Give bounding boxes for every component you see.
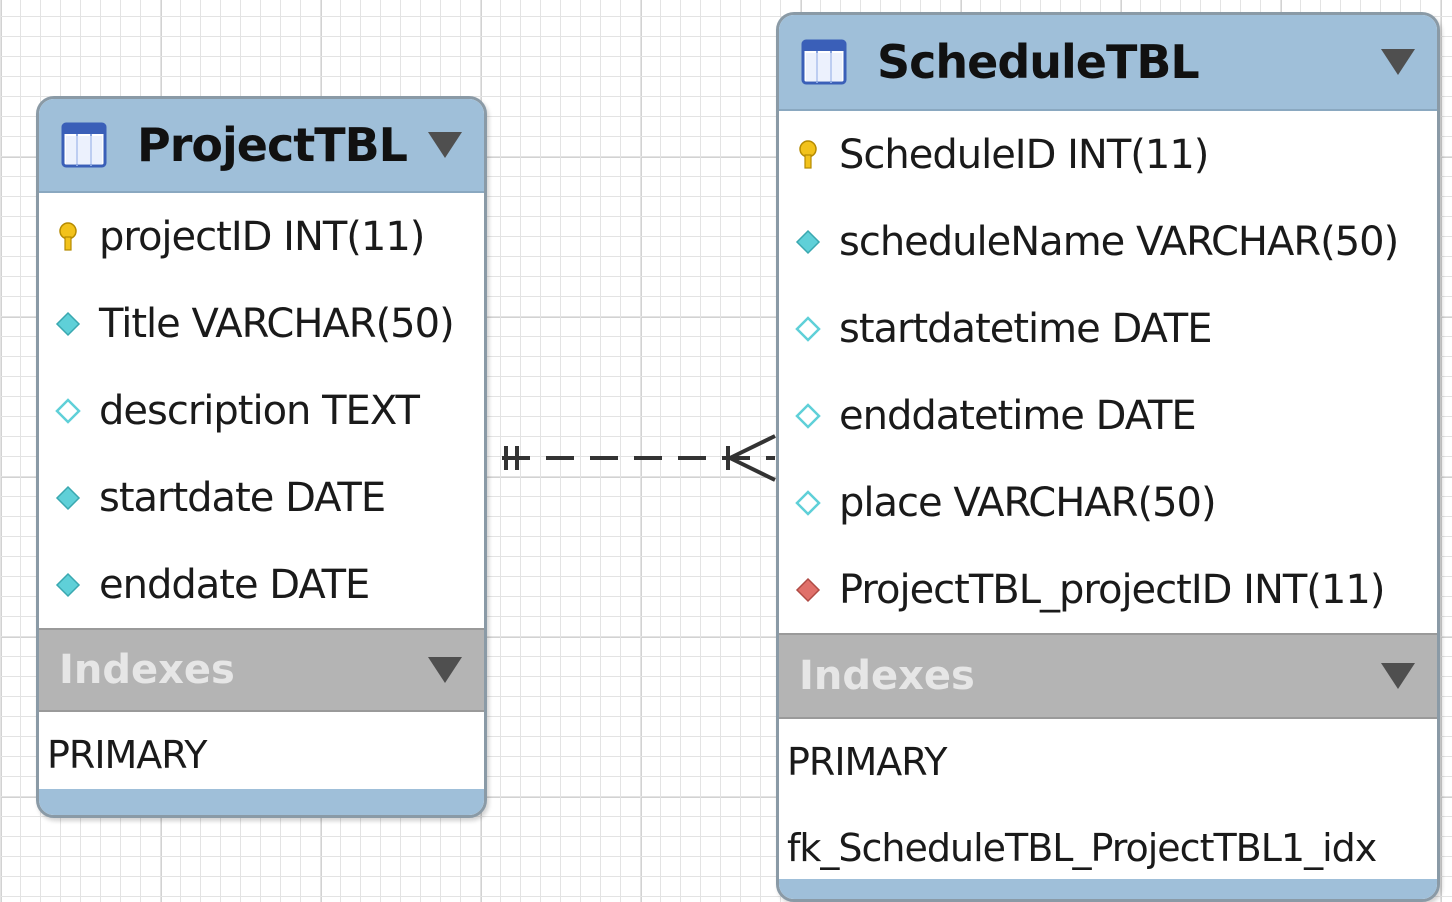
primary-key-icon [55, 221, 81, 251]
column-list: ScheduleID INT(11) scheduleName VARCHAR(5… [779, 111, 1437, 633]
column-row[interactable]: place VARCHAR(50) [779, 459, 1437, 546]
crows-foot-mark [729, 456, 776, 482]
column-row[interactable]: ProjectTBL_projectID INT(11) [779, 546, 1437, 633]
indexes-section-header[interactable]: Indexes [779, 633, 1437, 719]
crows-foot-mark [729, 434, 776, 460]
table-footer [779, 879, 1437, 899]
column-definition: startdatetime DATE [839, 305, 1213, 352]
nullable-column-icon [795, 489, 821, 516]
column-list: projectID INT(11) Title VARCHAR(50) descri… [39, 193, 484, 628]
column-definition: description TEXT [99, 387, 420, 434]
column-row[interactable]: projectID INT(11) [39, 193, 484, 280]
collapse-arrow-icon[interactable] [428, 657, 462, 683]
column-row[interactable]: enddate DATE [39, 541, 484, 628]
column-definition: ProjectTBL_projectID INT(11) [839, 566, 1385, 613]
nullable-column-icon [795, 402, 821, 429]
column-row[interactable]: enddatetime DATE [779, 372, 1437, 459]
primary-key-icon [795, 139, 821, 169]
not-null-column-icon [55, 485, 81, 511]
index-row[interactable]: PRIMARY [39, 712, 484, 798]
not-null-column-icon [795, 229, 821, 255]
table-name: ProjectTBL [137, 118, 408, 172]
relationship-line[interactable] [490, 420, 790, 500]
table-icon [801, 39, 847, 85]
column-row[interactable]: startdatetime DATE [779, 285, 1437, 372]
indexes-label: Indexes [799, 653, 975, 699]
index-list: PRIMARY fk_ScheduleTBL_ProjectTBL1_idx [779, 719, 1437, 891]
index-name: PRIMARY [47, 733, 207, 777]
column-row[interactable]: scheduleName VARCHAR(50) [779, 198, 1437, 285]
index-row[interactable]: PRIMARY [779, 719, 1437, 805]
project-table[interactable]: ProjectTBL projectID INT(11) Title VARCHA… [36, 96, 487, 818]
column-definition: place VARCHAR(50) [839, 479, 1217, 526]
column-definition: enddatetime DATE [839, 392, 1197, 439]
index-name: PRIMARY [787, 740, 947, 784]
column-row[interactable]: ScheduleID INT(11) [779, 111, 1437, 198]
column-definition: enddate DATE [99, 561, 370, 608]
index-list: PRIMARY [39, 712, 484, 798]
column-definition: projectID INT(11) [99, 213, 425, 260]
column-definition: scheduleName VARCHAR(50) [839, 218, 1399, 265]
column-row[interactable]: startdate DATE [39, 454, 484, 541]
column-definition: ScheduleID INT(11) [839, 131, 1209, 178]
column-definition: Title VARCHAR(50) [99, 300, 455, 347]
column-row[interactable]: description TEXT [39, 367, 484, 454]
column-row[interactable]: Title VARCHAR(50) [39, 280, 484, 367]
foreign-key-icon [795, 577, 821, 603]
project-table-header[interactable]: ProjectTBL [39, 99, 484, 193]
table-icon [61, 122, 107, 168]
table-footer [39, 789, 484, 815]
column-definition: startdate DATE [99, 474, 386, 521]
indexes-label: Indexes [59, 647, 235, 693]
not-null-column-icon [55, 572, 81, 598]
collapse-arrow-icon[interactable] [1381, 49, 1415, 75]
not-null-column-icon [55, 311, 81, 337]
collapse-arrow-icon[interactable] [428, 132, 462, 158]
table-name: ScheduleTBL [877, 35, 1200, 89]
collapse-arrow-icon[interactable] [1381, 663, 1415, 689]
indexes-section-header[interactable]: Indexes [39, 628, 484, 712]
nullable-column-icon [795, 315, 821, 342]
index-name: fk_ScheduleTBL_ProjectTBL1_idx [787, 826, 1377, 870]
schedule-table[interactable]: ScheduleTBL ScheduleID INT(11) scheduleNa… [776, 12, 1440, 902]
nullable-column-icon [55, 397, 81, 424]
schedule-table-header[interactable]: ScheduleTBL [779, 15, 1437, 111]
